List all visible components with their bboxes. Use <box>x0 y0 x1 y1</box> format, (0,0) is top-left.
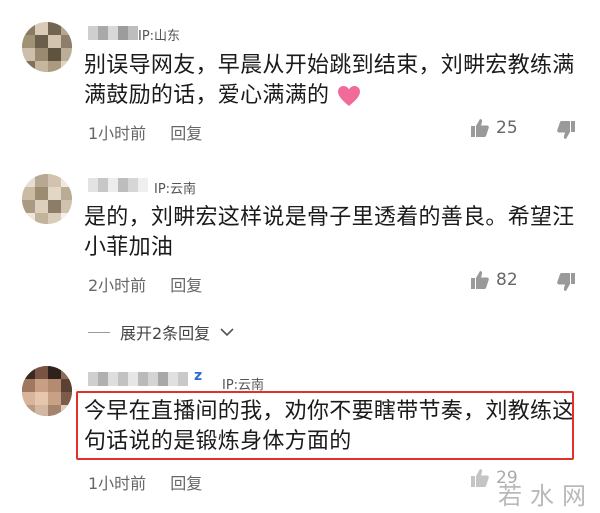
dislike-button[interactable] <box>556 120 576 144</box>
comment-text: 别误导网友，早晨从开始跳到结束，刘畊宏教练满满鼓励的话，爱心满满的 <box>84 53 575 108</box>
ip-location: IP:山东 <box>138 29 181 44</box>
chevron-down-icon <box>220 328 234 337</box>
avatar[interactable] <box>22 366 72 416</box>
heart-icon <box>337 86 360 106</box>
svg-text:z: z <box>194 368 202 384</box>
comment-time: 1小时前 <box>88 124 147 143</box>
avatar[interactable] <box>22 174 72 224</box>
thumbs-up-icon <box>471 469 489 487</box>
username-blurred[interactable] <box>88 24 138 42</box>
reply-button[interactable]: 回复 <box>170 272 202 296</box>
like-button[interactable]: 82 <box>470 270 518 290</box>
username-blurred[interactable] <box>88 370 188 388</box>
thumbs-up-icon <box>471 271 489 289</box>
comment-text: 是的，刘畊宏这样说是骨子里透着的善良。希望汪小菲加油 <box>84 205 575 260</box>
thumbs-down-icon <box>557 121 575 139</box>
dislike-button[interactable] <box>556 272 576 296</box>
username-blurred[interactable] <box>88 176 148 194</box>
like-count: 25 <box>496 118 518 138</box>
watermark: 若水网 <box>498 482 594 510</box>
like-count: 82 <box>496 270 518 290</box>
expand-replies-button[interactable]: 展开2条回复 <box>88 320 234 344</box>
expand-replies-label: 展开2条回复 <box>120 324 211 343</box>
highlight-box <box>76 391 574 460</box>
thumbs-down-icon <box>557 273 575 291</box>
reply-button[interactable]: 回复 <box>170 470 202 494</box>
avatar[interactable] <box>22 22 72 72</box>
ip-location: IP:云南 <box>154 182 197 197</box>
comment-time: 1小时前 <box>88 474 147 493</box>
thumbs-up-icon <box>471 119 489 137</box>
divider <box>88 331 110 333</box>
like-button[interactable]: 25 <box>470 118 518 138</box>
comment-time: 2小时前 <box>88 276 147 295</box>
vip-badge-icon: z <box>194 368 202 384</box>
reply-button[interactable]: 回复 <box>170 120 202 144</box>
